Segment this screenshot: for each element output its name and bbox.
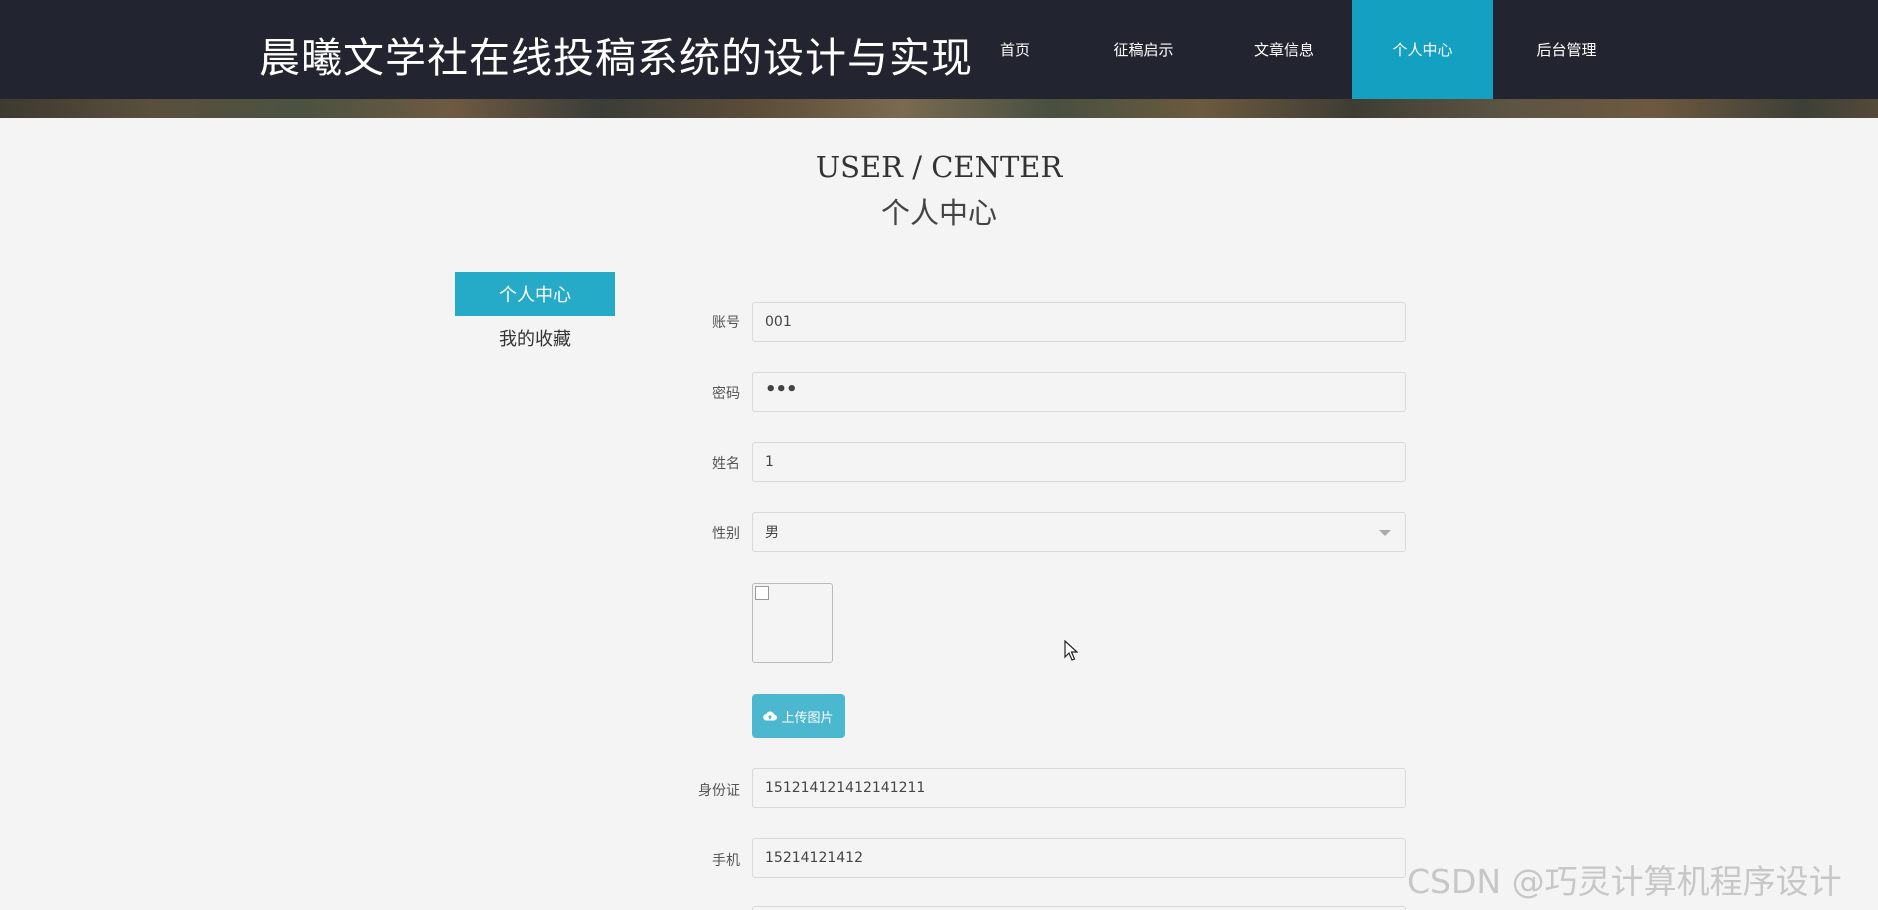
nav-user-center[interactable]: 个人中心 <box>1352 0 1493 99</box>
upload-button-label: 上传图片 <box>781 710 834 726</box>
phone-label: 手机 <box>712 853 740 869</box>
dropdown-arrow-icon <box>1379 530 1391 536</box>
nav-call-for-papers[interactable]: 征稿启示 <box>1071 0 1216 99</box>
broken-image-icon <box>755 586 769 600</box>
top-navbar: 晨曦文学社在线投稿系统的设计与实现 首页 征稿启示 文章信息 个人中心 后台管理 <box>0 0 1878 99</box>
site-title: 晨曦文学社在线投稿系统的设计与实现 <box>259 34 973 82</box>
password-value: ••• <box>765 379 798 400</box>
nav-home[interactable]: 首页 <box>959 0 1071 99</box>
id-card-input[interactable]: 151214121412141211 <box>752 768 1406 808</box>
password-label: 密码 <box>712 386 740 402</box>
csdn-watermark: CSDN @巧灵计算机程序设计 <box>1407 862 1842 901</box>
sidebar-item-favorites[interactable]: 我的收藏 <box>455 320 615 356</box>
banner-texture <box>0 99 1878 118</box>
nav-admin[interactable]: 后台管理 <box>1493 0 1640 99</box>
phone-input[interactable]: 15214121412 <box>752 838 1406 878</box>
password-input[interactable]: ••• <box>752 372 1406 412</box>
account-value: 001 <box>765 314 792 330</box>
cloud-upload-icon <box>763 711 778 721</box>
main-nav: 首页 征稿启示 文章信息 个人中心 后台管理 <box>959 0 1640 99</box>
id-card-label: 身份证 <box>698 783 740 799</box>
account-input[interactable]: 001 <box>752 302 1406 342</box>
name-input[interactable]: 1 <box>752 442 1406 482</box>
next-field-input[interactable] <box>752 906 1406 910</box>
avatar-image-preview <box>752 583 833 663</box>
gender-select[interactable]: 男 <box>752 512 1406 552</box>
nav-articles[interactable]: 文章信息 <box>1216 0 1352 99</box>
name-label: 姓名 <box>712 456 740 472</box>
name-value: 1 <box>765 454 774 470</box>
sidebar-item-user-center[interactable]: 个人中心 <box>455 272 615 316</box>
phone-value: 15214121412 <box>765 850 863 866</box>
page-heading-cn: 个人中心 <box>880 196 997 230</box>
page-heading-en: USER / CENTER <box>815 150 1063 184</box>
upload-image-button[interactable]: 上传图片 <box>752 694 845 738</box>
id-card-value: 151214121412141211 <box>765 780 926 796</box>
mouse-cursor-icon <box>1064 640 1078 661</box>
gender-label: 性别 <box>712 526 740 542</box>
gender-value: 男 <box>765 525 779 541</box>
account-label: 账号 <box>712 315 740 331</box>
